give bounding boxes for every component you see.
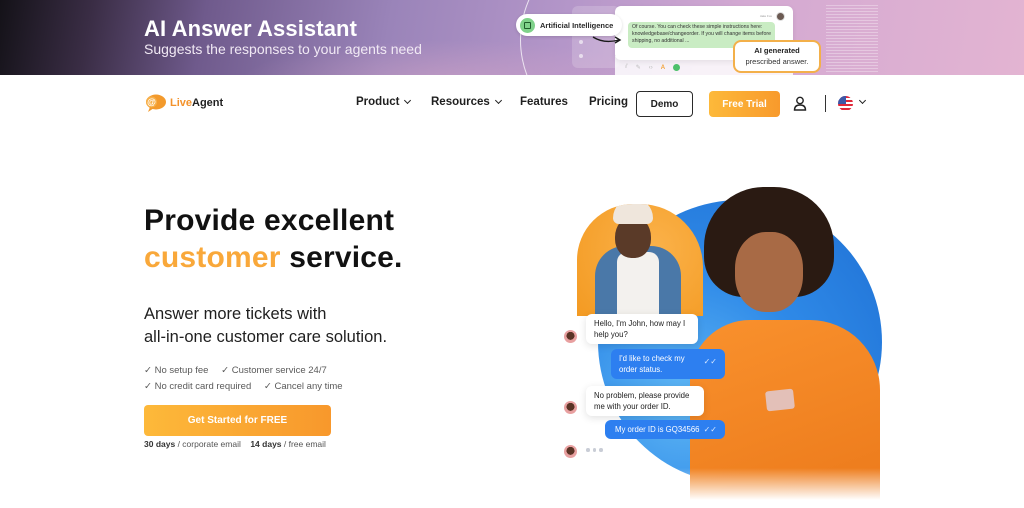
ai-pill: Artificial Intelligence	[516, 14, 623, 36]
code-icon: ‹›	[648, 64, 653, 71]
hero-headline: Provide excellent customer service.	[144, 202, 403, 276]
ai-tool-icon	[673, 64, 681, 71]
nav-divider	[825, 95, 826, 112]
callout-title: AI generated	[754, 46, 800, 55]
headline-rest: service.	[280, 241, 403, 274]
phone-illustration	[765, 388, 795, 412]
feature-item: ✓ No setup fee	[144, 365, 209, 376]
feature-item: ✓ Cancel any time	[263, 380, 343, 392]
nav-item-pricing[interactable]: Pricing	[589, 96, 628, 108]
headline-accent: customer	[144, 241, 281, 274]
read-ticks-icon: ✓✓	[703, 425, 717, 434]
free-trial-button[interactable]: Free Trial	[709, 91, 780, 117]
feature-item: ✓ Customer service 24/7	[221, 365, 327, 376]
feature-row: ✓ No credit card required ✓ Cancel any t…	[144, 379, 353, 395]
agent-avatar	[564, 401, 577, 414]
corporate-trial-text: / corporate email	[175, 439, 241, 449]
chat-message-agent: No problem, please provide me with your …	[586, 386, 704, 416]
free-trial-text: / free email	[281, 439, 326, 449]
chat-message-customer: I'd like to check my order status. ✓✓	[611, 349, 725, 379]
subheadline-line-1: Answer more tickets with	[144, 305, 327, 323]
nav-item-resources[interactable]: Resources	[431, 96, 502, 108]
get-started-button[interactable]: Get Started for FREE	[144, 405, 331, 436]
text-format-icon: A	[660, 64, 666, 71]
feature-checklist: ✓ No setup fee ✓ Customer service 24/7 ✓…	[144, 363, 353, 394]
banner-title: AI Answer Assistant	[144, 16, 357, 41]
nav-item-label: Features	[520, 96, 568, 108]
chip-icon	[520, 17, 535, 33]
nav-item-product[interactable]: Product	[356, 96, 412, 108]
free-trial-days: 14 days	[250, 439, 282, 449]
pen-icon: ✎	[635, 65, 641, 71]
attach-icon: ⫽	[625, 64, 628, 70]
corporate-trial-days: 30 days	[144, 439, 176, 449]
chevron-down-icon	[494, 96, 502, 105]
message-text: My order ID is GQ34566	[615, 425, 700, 434]
demo-button[interactable]: Demo	[636, 91, 693, 117]
headline-line-2: customer service.	[144, 239, 403, 276]
banner-code-texture	[826, 4, 878, 72]
chat-message-customer: My order ID is GQ34566 ✓✓	[605, 420, 725, 439]
chat-card-agent-name: Jake Fox	[759, 14, 772, 18]
hero-subheadline: Answer more tickets with all-in-one cust…	[144, 303, 387, 349]
chat-bubble-logo-icon: @	[146, 94, 166, 112]
typing-indicator	[586, 448, 603, 452]
subheadline-line-2: all-in-one customer care solution.	[144, 328, 388, 346]
nav-item-features[interactable]: Features	[520, 96, 568, 108]
chevron-down-icon	[404, 96, 412, 105]
nav-item-label: Pricing	[589, 96, 628, 108]
illustration-fade	[600, 468, 900, 508]
nav-item-label: Resources	[431, 96, 490, 108]
us-flag-icon[interactable]	[838, 96, 853, 111]
ai-generated-callout: AI generated prescribed answer.	[733, 40, 821, 73]
chat-card-avatar	[776, 12, 785, 21]
nav-item-label: Product	[356, 96, 400, 108]
svg-text:@: @	[147, 97, 156, 107]
agent-avatar	[564, 330, 577, 343]
chat-card-tools: ⫽ ✎ ‹› A	[625, 64, 681, 71]
logo-text: LiveAgent	[170, 97, 224, 109]
woman-illustration-face	[735, 232, 803, 312]
liveagent-logo[interactable]: @ LiveAgent	[144, 94, 223, 112]
agent-avatar	[564, 445, 577, 458]
callout-subtitle: prescribed answer.	[745, 57, 809, 66]
trial-note: 30 days / corporate email 14 days / free…	[144, 439, 326, 449]
promo-banner[interactable]: AI Answer Assistant Suggests the respons…	[0, 0, 1024, 75]
message-text: I'd like to check my order status.	[619, 354, 685, 374]
headline-line-1: Provide excellent	[144, 204, 395, 237]
arrow-icon	[592, 36, 622, 44]
read-ticks-icon: ✓✓	[703, 357, 717, 366]
feature-row: ✓ No setup fee ✓ Customer service 24/7	[144, 363, 353, 379]
chat-message-agent: Hello, I'm John, how may I help you?	[586, 314, 698, 344]
ai-pill-label: Artificial Intelligence	[540, 20, 614, 30]
user-account-icon[interactable]	[793, 96, 807, 111]
feature-item: ✓ No credit card required	[144, 380, 252, 392]
banner-subtitle: Suggests the responses to your agents ne…	[144, 41, 422, 57]
